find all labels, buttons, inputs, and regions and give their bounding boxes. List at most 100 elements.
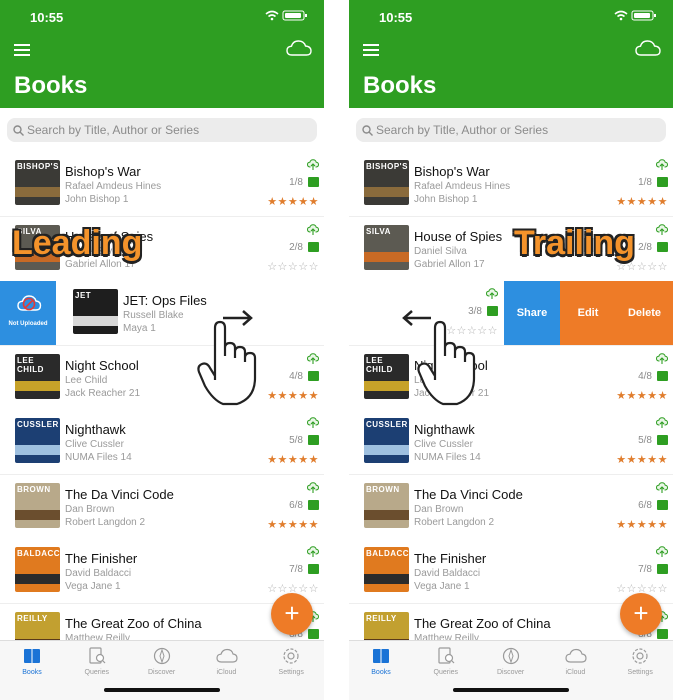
cover-title: REILLY: [366, 613, 397, 623]
book-cover: BROWN: [364, 482, 409, 528]
book-title: The Finisher: [65, 551, 138, 566]
book-row[interactable]: CUSSLER Nighthawk Clive Cussler NUMA Files …: [349, 410, 673, 475]
tab-queries[interactable]: Queries: [65, 645, 129, 685]
rating-stars[interactable]: ★★★★★: [267, 389, 319, 402]
add-book-button[interactable]: +: [271, 593, 313, 635]
page-title: Books: [363, 72, 437, 99]
share-button[interactable]: Share: [504, 281, 560, 345]
book-icon: [657, 370, 668, 381]
upload-cloud-icon[interactable]: [655, 481, 669, 499]
book-series: Maya 1: [123, 323, 156, 334]
delete-button[interactable]: Delete: [616, 281, 673, 345]
tab-discover[interactable]: Discover: [130, 645, 194, 685]
rating-stars[interactable]: ★★★★★: [616, 195, 668, 208]
upload-cloud-icon[interactable]: [655, 158, 669, 176]
book-row[interactable]: BALDACCI The Finisher David Baldacci Vega J…: [0, 539, 324, 604]
book-icon: [308, 370, 319, 381]
upload-cloud-icon[interactable]: [655, 352, 669, 370]
book-row[interactable]: JETJET: Ops FilesRussell BlakeMaya 13/8☆…: [349, 281, 673, 346]
book-row[interactable]: LEE CHILDNight SchoolLee ChildJack Reach…: [349, 345, 673, 411]
book-author: Rafael Amdeus Hines: [414, 181, 511, 192]
tab-discover[interactable]: Discover: [479, 645, 543, 685]
search-input[interactable]: [376, 118, 658, 142]
queries-icon: [436, 647, 456, 670]
book-row[interactable]: BALDACCI The Finisher David Baldacci Vega J…: [349, 539, 673, 604]
book-cover: BISHOP'S: [15, 160, 60, 205]
reading-progress: 5/8: [289, 435, 303, 446]
tab-label: Queries: [433, 669, 459, 676]
search-icon: [13, 123, 24, 141]
upload-cloud-icon[interactable]: [306, 545, 320, 563]
menu-icon[interactable]: [14, 44, 30, 57]
tab-label: Discover: [496, 669, 525, 676]
upload-cloud-icon[interactable]: [306, 352, 320, 370]
add-book-button[interactable]: +: [620, 593, 662, 635]
tab-settings[interactable]: Settings: [259, 645, 323, 685]
book-icon: [657, 499, 668, 510]
book-author: Lee Child: [65, 374, 108, 386]
status-icons: [264, 10, 308, 24]
tab-books[interactable]: Books: [349, 645, 413, 685]
book-row[interactable]: BROWN The Da Vinci Code Dan Brown Robert La…: [349, 474, 673, 540]
book-series: Vega Jane 1: [65, 581, 121, 592]
book-icon: [308, 435, 319, 445]
swiped-row-content[interactable]: JETJET: Ops FilesRussell BlakeMaya 13/8☆…: [58, 281, 324, 345]
book-row[interactable]: BISHOP'S Bishop's War Rafael Amdeus Hines J…: [349, 152, 673, 217]
wifi-battery-icon: [265, 10, 307, 21]
search-input[interactable]: [27, 118, 309, 142]
upload-cloud-icon[interactable]: [655, 223, 669, 241]
book-icon: [657, 628, 668, 639]
reading-progress: 6/8: [289, 499, 303, 511]
rating-stars[interactable]: ★★★★★: [267, 518, 319, 531]
reading-progress: 2/8: [289, 241, 303, 253]
book-series: Robert Langdon 2: [65, 516, 146, 528]
book-series: Gabriel Allon 17: [414, 258, 485, 270]
tab-settings[interactable]: Settings: [608, 645, 672, 685]
edit-button[interactable]: Edit: [560, 281, 616, 345]
book-cover: LEE CHILD: [15, 353, 60, 399]
icloud-icon: [216, 647, 238, 670]
book-row[interactable]: BISHOP'S Bishop's War Rafael Amdeus Hines J…: [0, 152, 324, 217]
rating-stars[interactable]: ★★★★★: [616, 518, 668, 531]
cloud-icon[interactable]: [635, 40, 661, 61]
upload-cloud-icon[interactable]: [306, 481, 320, 499]
upload-cloud-icon[interactable]: [655, 545, 669, 563]
rating-stars[interactable]: ★★★★★: [267, 195, 319, 208]
menu-icon[interactable]: [363, 44, 379, 57]
rating-stars[interactable]: ★★★★★: [267, 453, 319, 466]
upload-cloud-icon[interactable]: [306, 158, 320, 176]
book-cover: CUSSLER: [15, 418, 60, 463]
page-title: Books: [14, 72, 88, 99]
rating-stars[interactable]: ★★★★★: [616, 389, 668, 402]
tab-books[interactable]: Books: [0, 645, 64, 685]
rating-stars[interactable]: ★★★★★: [616, 453, 668, 466]
cloud-icon[interactable]: [286, 40, 312, 61]
not-uploaded-action[interactable]: Not Uploaded: [0, 281, 56, 345]
book-row[interactable]: LEE CHILDNight SchoolLee ChildJack Reach…: [0, 345, 324, 411]
book-row[interactable]: CUSSLER Nighthawk Clive Cussler NUMA Files …: [0, 410, 324, 475]
upload-cloud-icon[interactable]: [485, 287, 499, 305]
upload-cloud-icon[interactable]: [655, 416, 669, 434]
cover-title: JET: [75, 291, 92, 300]
tab-queries[interactable]: Queries: [414, 645, 478, 685]
book-row[interactable]: BROWN The Da Vinci Code Dan Brown Robert La…: [0, 474, 324, 540]
tab-icloud[interactable]: iCloud: [194, 645, 258, 685]
cover-title: BALDACCI: [17, 549, 60, 558]
tab-label: Queries: [84, 669, 110, 676]
book-row[interactable]: Not Uploaded JET JET: Ops Files Russell Bla…: [0, 281, 324, 346]
book-author: David Baldacci: [65, 568, 132, 579]
upload-cloud-icon[interactable]: [306, 416, 320, 434]
upload-cloud-icon[interactable]: [306, 223, 320, 241]
tab-label: Books: [22, 669, 42, 676]
search-field[interactable]: [7, 118, 317, 142]
status-icons: [613, 10, 657, 24]
reading-progress: 4/8: [638, 370, 652, 382]
book-cover: BALDACCI: [364, 547, 409, 592]
cover-title: BROWN: [17, 484, 51, 494]
tab-icloud[interactable]: iCloud: [543, 645, 607, 685]
book-title: Bishop's War: [65, 164, 141, 179]
search-field[interactable]: [356, 118, 666, 142]
rating-stars[interactable]: ☆☆☆☆☆: [267, 260, 319, 273]
book-title: The Finisher: [414, 551, 487, 566]
book-icon: [308, 177, 319, 187]
